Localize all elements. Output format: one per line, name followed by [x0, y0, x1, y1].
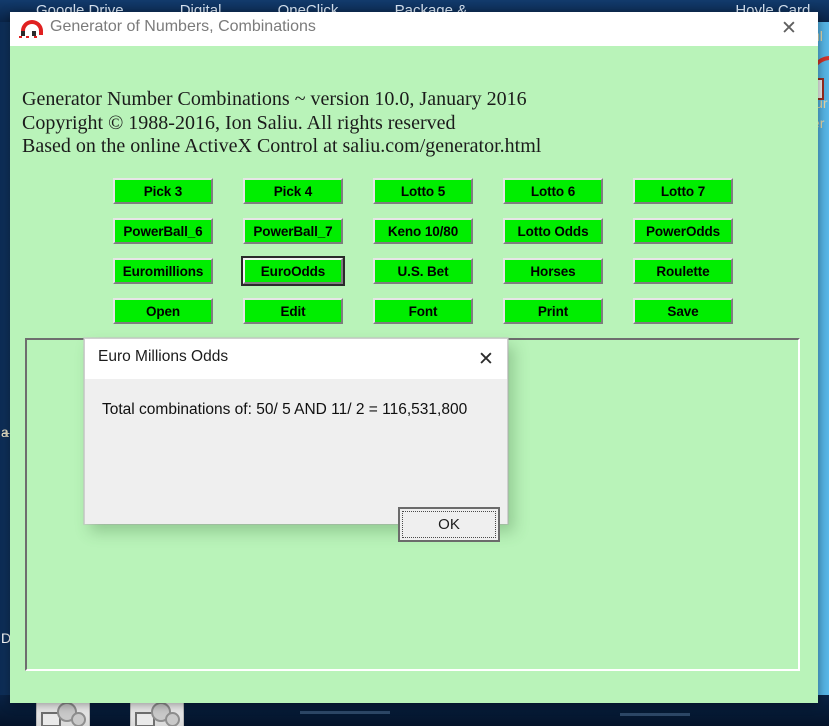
button-euromillions[interactable]: Euromillions	[113, 258, 213, 284]
magnet-spark	[19, 36, 22, 38]
app-header-text: Generator Number Combinations ~ version …	[22, 88, 541, 159]
button-euro-odds[interactable]: EuroOdds	[241, 256, 345, 286]
button-print[interactable]: Print	[503, 298, 603, 324]
button-roulette[interactable]: Roulette	[633, 258, 733, 284]
button-grid: Pick 3 Pick 4 Lotto 5 Lotto 6 Lotto 7 Po…	[113, 178, 753, 338]
taskbar-app-icon[interactable]	[130, 699, 184, 726]
button-edit[interactable]: Edit	[243, 298, 343, 324]
button-pick-4[interactable]: Pick 4	[243, 178, 343, 204]
window-titlebar[interactable]: Generator of Numbers, Combinations ✕	[10, 12, 818, 46]
button-horses[interactable]: Horses	[503, 258, 603, 284]
ok-button-label: OK	[402, 511, 496, 538]
button-powerball-6[interactable]: PowerBall_6	[113, 218, 213, 244]
header-line: Copyright © 1988-2016, Ion Saliu. All ri…	[22, 111, 456, 134]
header-line: Generator Number Combinations ~ version …	[22, 88, 527, 110]
close-icon[interactable]: ✕	[465, 339, 507, 379]
button-row: Pick 3 Pick 4 Lotto 5 Lotto 6 Lotto 7	[113, 178, 753, 218]
dialog-message: Total combinations of: 50/ 5 AND 11/ 2 =…	[102, 401, 468, 418]
screen: Google Drive Digital OneClick Package & …	[0, 0, 829, 726]
window-title: Generator of Numbers, Combinations	[50, 18, 316, 35]
gear-icon	[165, 712, 180, 726]
euro-millions-odds-dialog: Euro Millions Odds ✕ Total combinations …	[84, 338, 508, 542]
window-client-area: Generator Number Combinations ~ version …	[10, 46, 818, 703]
button-lotto-7[interactable]: Lotto 7	[633, 178, 733, 204]
desktop-side-fragment: a	[1, 424, 9, 440]
gear-icon	[71, 712, 86, 726]
magnet-spark	[34, 36, 37, 38]
button-keno-10-80[interactable]: Keno 10/80	[373, 218, 473, 244]
taskbar-decoration	[300, 711, 390, 714]
button-open[interactable]: Open	[113, 298, 213, 324]
button-save[interactable]: Save	[633, 298, 733, 324]
button-row: Open Edit Font Print Save	[113, 298, 753, 338]
button-lotto-6[interactable]: Lotto 6	[503, 178, 603, 204]
header-line: Based on the online ActiveX Control at s…	[22, 135, 542, 157]
taskbar-app-icon[interactable]	[36, 699, 90, 726]
button-power-odds[interactable]: PowerOdds	[633, 218, 733, 244]
button-us-bet[interactable]: U.S. Bet	[373, 258, 473, 284]
magnet-icon	[18, 19, 43, 39]
button-pick-3[interactable]: Pick 3	[113, 178, 213, 204]
button-row: Euromillions EuroOdds U.S. Bet Horses Ro…	[113, 256, 753, 298]
button-powerball-7[interactable]: PowerBall_7	[243, 218, 343, 244]
button-font[interactable]: Font	[373, 298, 473, 324]
close-icon[interactable]: ✕	[766, 12, 812, 45]
dialog-titlebar[interactable]: Euro Millions Odds ✕	[85, 339, 507, 379]
taskbar-decoration	[620, 713, 690, 716]
magnet-spark	[26, 36, 29, 38]
dialog-title: Euro Millions Odds	[98, 348, 229, 365]
button-row: PowerBall_6 PowerBall_7 Keno 10/80 Lotto…	[113, 218, 753, 258]
button-lotto-odds[interactable]: Lotto Odds	[503, 218, 603, 244]
button-lotto-5[interactable]: Lotto 5	[373, 178, 473, 204]
application-window: Generator of Numbers, Combinations ✕ Gen…	[10, 12, 818, 703]
ok-button[interactable]: OK	[398, 507, 500, 542]
dialog-body: Total combinations of: 50/ 5 AND 11/ 2 =…	[85, 379, 507, 542]
